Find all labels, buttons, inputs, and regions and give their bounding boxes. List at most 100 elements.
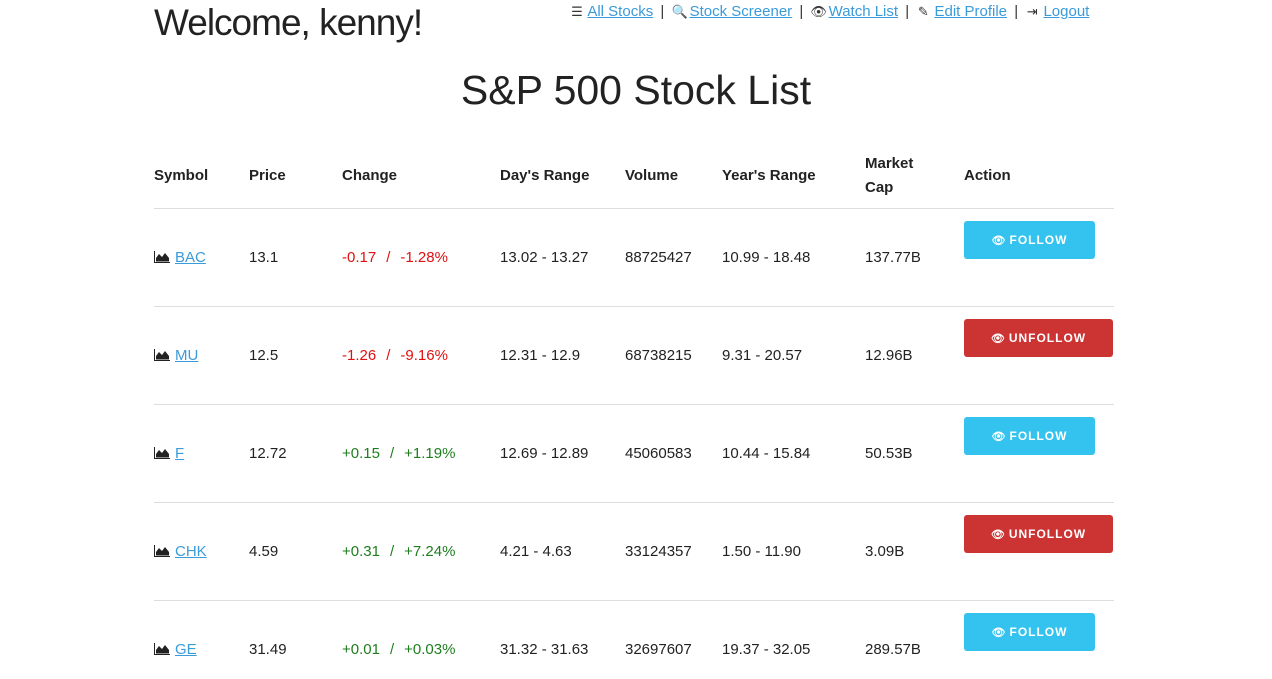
change-separator: / — [389, 445, 395, 462]
market-cap-label-line2: Cap — [865, 179, 894, 196]
action-label: FOLLOW — [1009, 625, 1068, 639]
action-label: FOLLOW — [1009, 429, 1068, 443]
price-cell: 13.1 — [249, 208, 342, 307]
eye-icon: 👁 — [991, 627, 1007, 639]
eye-icon: 👁 — [991, 431, 1007, 443]
action-label: UNFOLLOW — [1008, 331, 1087, 345]
days-range-cell: 13.02 - 13.27 — [500, 208, 625, 307]
symbol-cell: MU — [154, 306, 249, 405]
search-icon: 🔍 — [671, 4, 688, 19]
nav-edit-profile-link[interactable]: Edit Profile — [934, 3, 1007, 20]
volume-cell: 68738215 — [625, 306, 722, 405]
eye-icon: 👁 — [991, 235, 1007, 247]
nav-watch-list-link[interactable]: Watch List — [829, 3, 898, 20]
change-separator: / — [386, 347, 391, 364]
symbol-link[interactable]: MU — [175, 347, 198, 364]
symbol-link[interactable]: BAC — [175, 249, 206, 266]
nav-logout-link[interactable]: Logout — [1043, 3, 1089, 20]
unfollow-button[interactable]: 👁 UNFOLLOW — [964, 319, 1113, 357]
stock-table: Symbol Price Change Day's Range Volume Y… — [154, 144, 1114, 679]
symbol-cell: CHK — [154, 502, 249, 601]
column-header-change: Change — [342, 144, 500, 209]
area-chart-icon — [154, 447, 170, 459]
change-percent: +7.24% — [404, 543, 456, 560]
price-cell: 12.5 — [249, 306, 342, 405]
follow-button[interactable]: 👁 FOLLOW — [964, 613, 1095, 651]
column-header-days-range: Day's Range — [500, 144, 625, 209]
table-header-row: Symbol Price Change Day's Range Volume Y… — [154, 144, 1114, 209]
days-range-cell: 4.21 - 4.63 — [500, 502, 625, 601]
action-cell: 👁 UNFOLLOW — [964, 306, 1114, 405]
change-cell: +0.31 / +7.24% — [342, 502, 500, 601]
area-chart-icon — [154, 251, 170, 263]
page: Welcome, kenny! ☰ All Stocks | 🔍 Stock S… — [0, 0, 1272, 679]
change-cell: -0.17 / -1.28% — [342, 208, 500, 307]
change-value: +0.31 — [342, 543, 380, 560]
change-cell: -1.26 / -9.16% — [342, 306, 500, 405]
action-cell: 👁 FOLLOW — [964, 404, 1114, 503]
change-separator: / — [389, 641, 395, 658]
action-cell: 👁 FOLLOW — [964, 601, 1114, 679]
years-range-cell: 10.99 - 18.48 — [722, 208, 865, 307]
market-cap-cell: 3.09B — [865, 502, 964, 601]
market-cap-cell: 12.96B — [865, 306, 964, 405]
nav-separator: | — [799, 3, 804, 20]
market-cap-label-line1: Market — [865, 155, 914, 172]
change-value: +0.15 — [342, 445, 380, 462]
unfollow-button[interactable]: 👁 UNFOLLOW — [964, 515, 1113, 553]
area-chart-icon — [154, 643, 170, 655]
follow-button[interactable]: 👁 FOLLOW — [964, 221, 1095, 259]
market-cap-cell: 289.57B — [865, 641, 921, 658]
change-percent: +1.19% — [404, 445, 456, 462]
market-cap-cell: 50.53B — [865, 404, 964, 503]
eye-icon: 👁 — [990, 529, 1006, 541]
years-range-cell: 9.31 - 20.57 — [722, 306, 865, 405]
volume-cell: 45060583 — [625, 404, 722, 503]
symbol-cell: F — [154, 404, 249, 503]
table-row: MU 12.5 -1.26 / -9.16% 12.31 - 12.9 687382… — [154, 306, 1114, 405]
eye-icon: 👁 — [810, 4, 827, 19]
years-range-cell: 10.44 - 15.84 — [722, 404, 865, 503]
table-row: F 12.72 +0.15 / +1.19% 12.69 - 12.89 45060… — [154, 404, 1114, 503]
symbol-cell: GE — [154, 601, 249, 679]
logout-icon: ⇥ — [1026, 4, 1038, 19]
column-header-volume: Volume — [625, 144, 722, 209]
change-cell: +0.15 / +1.19% — [342, 404, 500, 503]
volume-cell: 32697607 — [625, 641, 692, 658]
nav-stock-screener-link[interactable]: Stock Screener — [690, 3, 793, 20]
area-chart-icon — [154, 349, 170, 361]
column-header-market-cap: Market Cap — [865, 144, 964, 209]
list-icon: ☰ — [571, 4, 583, 19]
price-cell: 31.49 — [249, 641, 287, 658]
change-percent: -9.16% — [400, 347, 448, 364]
change-cell: +0.01 / +0.03% — [342, 601, 500, 679]
change-value: -0.17 — [342, 249, 377, 266]
action-cell: 👁 FOLLOW — [964, 208, 1114, 307]
welcome-heading: Welcome, kenny! — [154, 2, 423, 43]
change-percent: +0.03% — [404, 641, 456, 658]
symbol-link[interactable]: F — [175, 445, 184, 462]
action-label: UNFOLLOW — [1008, 527, 1087, 541]
change-separator: / — [386, 249, 391, 266]
days-range-cell: 12.69 - 12.89 — [500, 404, 625, 503]
action-cell: 👁 UNFOLLOW — [964, 502, 1114, 601]
nav-separator: | — [660, 3, 665, 20]
nav-all-stocks-link[interactable]: All Stocks — [587, 3, 653, 20]
follow-button[interactable]: 👁 FOLLOW — [964, 417, 1095, 455]
symbol-link[interactable]: CHK — [175, 543, 207, 560]
table-row: CHK 4.59 +0.31 / +7.24% 4.21 - 4.63 331243… — [154, 502, 1114, 601]
years-range-cell: 1.50 - 11.90 — [722, 502, 865, 601]
table-row: GE 31.49 +0.01 / +0.03% 31.32 - 31.63 3269… — [154, 601, 1114, 679]
nav-separator: | — [1014, 3, 1019, 20]
action-label: FOLLOW — [1009, 233, 1068, 247]
days-range-cell: 31.32 - 31.63 — [500, 641, 589, 658]
change-value: +0.01 — [342, 641, 380, 658]
column-header-years-range: Year's Range — [722, 144, 865, 209]
page-title: S&P 500 Stock List — [460, 67, 812, 113]
symbol-link[interactable]: GE — [175, 641, 197, 658]
change-separator: / — [389, 543, 395, 560]
years-range-cell: 19.37 - 32.05 — [722, 641, 811, 658]
top-nav: ☰ All Stocks | 🔍 Stock Screener | 👁 Watc… — [570, 3, 1089, 20]
table-row: BAC 13.1 -0.17 / -1.28% 13.02 - 13.27 8872… — [154, 208, 1114, 307]
column-header-action: Action — [964, 144, 1114, 209]
